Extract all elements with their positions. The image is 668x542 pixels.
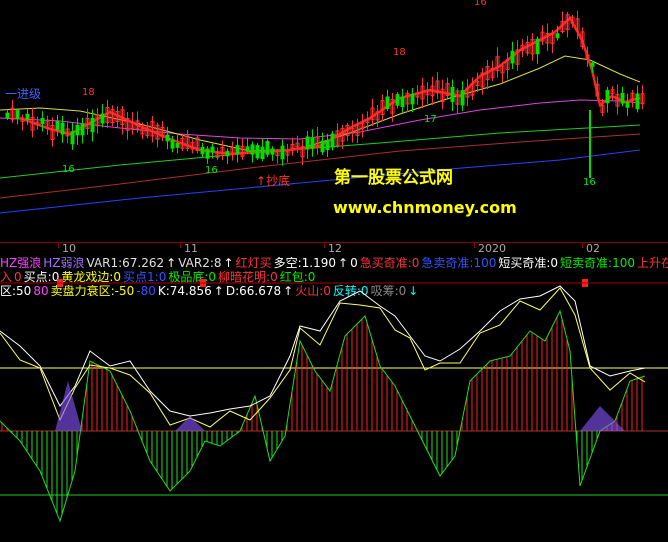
candle-body (205, 148, 210, 159)
candle-body (590, 62, 595, 67)
candle-body (210, 146, 215, 153)
candle-body (635, 93, 640, 110)
candle-body (535, 38, 540, 55)
ma-line-brown (0, 133, 641, 199)
time-axis: 10 11 12 2020 02 (0, 242, 668, 256)
candle-body (450, 86, 455, 103)
candle-body (245, 146, 250, 152)
candle-body (330, 133, 335, 148)
weak-wave-area (580, 406, 625, 431)
weak-wave-area (175, 416, 205, 431)
candle-body (225, 150, 230, 157)
axis-tick-mark (58, 243, 59, 248)
legend-item: ↑ (223, 257, 234, 270)
candle-body (280, 145, 285, 160)
axis-label-nov: 11 (184, 242, 198, 255)
legend-item: 上升在 (637, 257, 668, 270)
candle-body (60, 122, 65, 135)
candle-body (15, 109, 20, 120)
candle-body (235, 145, 240, 155)
candle-body (270, 148, 275, 155)
candle-body (410, 93, 415, 105)
axis-tick-mark (582, 243, 583, 248)
ma-line-green (0, 124, 641, 179)
candle-body (395, 94, 400, 106)
legend-item: 短买奇准:0 (498, 257, 559, 270)
indicator-chart[interactable] (0, 271, 668, 539)
axis-label-feb: 02 (586, 242, 600, 255)
ma-line-blue (0, 149, 641, 214)
candle-body (385, 96, 390, 110)
legend-item: 红灯买 (235, 257, 272, 270)
axis-label-oct: 10 (62, 242, 76, 255)
axis-tick-mark (474, 243, 475, 248)
candle-body (555, 33, 560, 39)
chart-count-label: 18 (82, 87, 95, 98)
candle-body (260, 146, 265, 160)
chart-count-label: 16 (474, 0, 487, 8)
candle-body (75, 124, 80, 136)
candle-body (510, 50, 515, 64)
legend-item: ↑ (338, 257, 349, 270)
chart-count-label: 16 (205, 165, 218, 176)
axis-tick-mark (324, 243, 325, 248)
axis-label-2020: 2020 (478, 242, 506, 255)
candle-body (305, 136, 310, 150)
candle-body (255, 145, 260, 159)
weak-wave-area (55, 381, 82, 431)
candle-body (460, 90, 465, 106)
chart-count-label: 16 (583, 177, 596, 188)
candle-body (5, 112, 10, 119)
legend-item: 短卖奇准:100 (560, 257, 635, 270)
price-chart-panel[interactable]: 18 16 16 16 18 17 16 一进级 ↑抄底 第一股票公式网 www.chnmo… (0, 0, 668, 242)
chart-count-label: 16 (62, 164, 75, 175)
legend-item: HZ强浪 (0, 257, 42, 270)
legend-item: VAR1:67.262 (86, 257, 165, 270)
indicator-legend-line1: HZ强浪 HZ弱浪 VAR1:67.262 ↑ VAR2:8 ↑ 红灯买 多空:1.190 ↑ 0… (0, 257, 668, 270)
candle-body (170, 139, 175, 149)
candle-body (70, 131, 75, 145)
bottom-label: 抄底 (266, 174, 291, 188)
axis-label-dec: 12 (328, 242, 342, 255)
candle-body (400, 96, 405, 107)
candle-body (620, 92, 625, 104)
candle-body (40, 117, 45, 125)
candle-body (250, 144, 255, 155)
chart-count-label: 17 (424, 114, 437, 125)
candle-body (80, 123, 85, 136)
chart-annotation-bottom: ↑抄底 (256, 174, 291, 188)
legend-item: 急买奇准:0 (359, 257, 420, 270)
candle-body (90, 117, 95, 133)
watermark-title: 第一股票公式网 (334, 168, 453, 188)
candle-body (200, 146, 205, 155)
legend-item: 多空:1.190 (273, 257, 337, 270)
candle-body (55, 120, 60, 131)
candle-body (310, 137, 315, 149)
candle-body (265, 140, 270, 155)
candle-body (100, 113, 105, 124)
candle-body (325, 140, 330, 150)
candle-body (605, 89, 610, 104)
candle-body (165, 134, 170, 142)
legend-item: HZ弱浪 (43, 257, 85, 270)
indicator-panel[interactable] (0, 271, 668, 539)
chart-annotation-left: 一进级 (5, 87, 42, 101)
legend-item: VAR2:8 (178, 257, 222, 270)
axis-tick-mark (180, 243, 181, 248)
legend-item: 急卖奇准:100 (421, 257, 497, 270)
legend-item: 0 (350, 257, 358, 270)
watermark-url: www.chnmoney.com (333, 198, 517, 217)
candle-body (25, 113, 30, 120)
candle-body (320, 140, 325, 153)
chart-count-label: 18 (393, 47, 406, 58)
candle-body (625, 101, 630, 108)
legend-item: ↑ (166, 257, 177, 270)
candle-body (175, 143, 180, 148)
